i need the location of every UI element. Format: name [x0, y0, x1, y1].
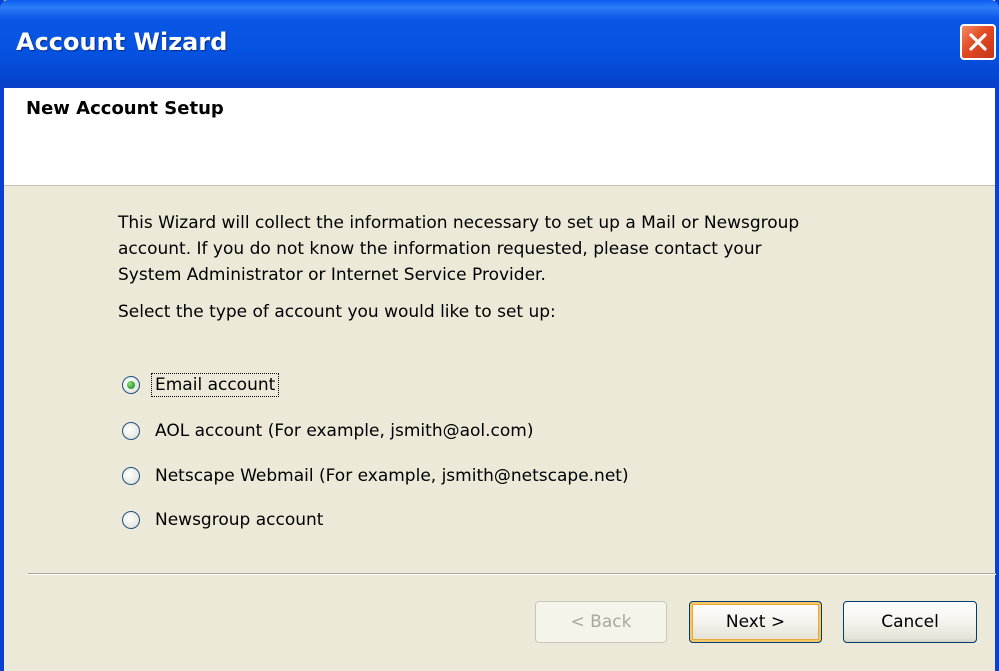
radio-button[interactable] [122, 422, 140, 440]
page-title: New Account Setup [26, 98, 224, 119]
account-wizard-window: Account Wizard New Account Setup This Wi… [0, 0, 999, 671]
title-bar[interactable]: Account Wizard [0, 0, 999, 88]
intro-line: System Administrator or Internet Service… [118, 265, 546, 285]
radio-label[interactable]: AOL account (For example, jsmith@aol.com… [152, 420, 536, 442]
footer-divider [28, 573, 996, 575]
radio-newsgroup-account[interactable]: Newsgroup account [122, 507, 326, 533]
cancel-button[interactable]: Cancel [843, 601, 977, 643]
radio-label[interactable]: Newsgroup account [152, 509, 326, 531]
close-button[interactable] [960, 24, 996, 60]
radio-button-checked[interactable] [122, 376, 140, 394]
intro-line: This Wizard will collect the information… [118, 213, 800, 233]
window-title: Account Wizard [16, 28, 228, 56]
intro-text: This Wizard will collect the information… [118, 210, 898, 288]
next-button[interactable]: Next > [689, 601, 822, 643]
radio-label[interactable]: Email account [150, 373, 280, 397]
close-icon [969, 33, 987, 51]
radio-button[interactable] [122, 467, 140, 485]
radio-email-account[interactable]: Email account [122, 372, 280, 398]
account-type-prompt: Select the type of account you would lik… [118, 302, 556, 322]
radio-netscape-webmail[interactable]: Netscape Webmail (For example, jsmith@ne… [122, 463, 632, 489]
header-panel: New Account Setup [4, 88, 995, 186]
back-button[interactable]: < Back [535, 601, 667, 643]
radio-label[interactable]: Netscape Webmail (For example, jsmith@ne… [152, 465, 632, 487]
intro-line: account. If you do not know the informat… [118, 239, 762, 259]
radio-button[interactable] [122, 511, 140, 529]
radio-aol-account[interactable]: AOL account (For example, jsmith@aol.com… [122, 418, 536, 444]
